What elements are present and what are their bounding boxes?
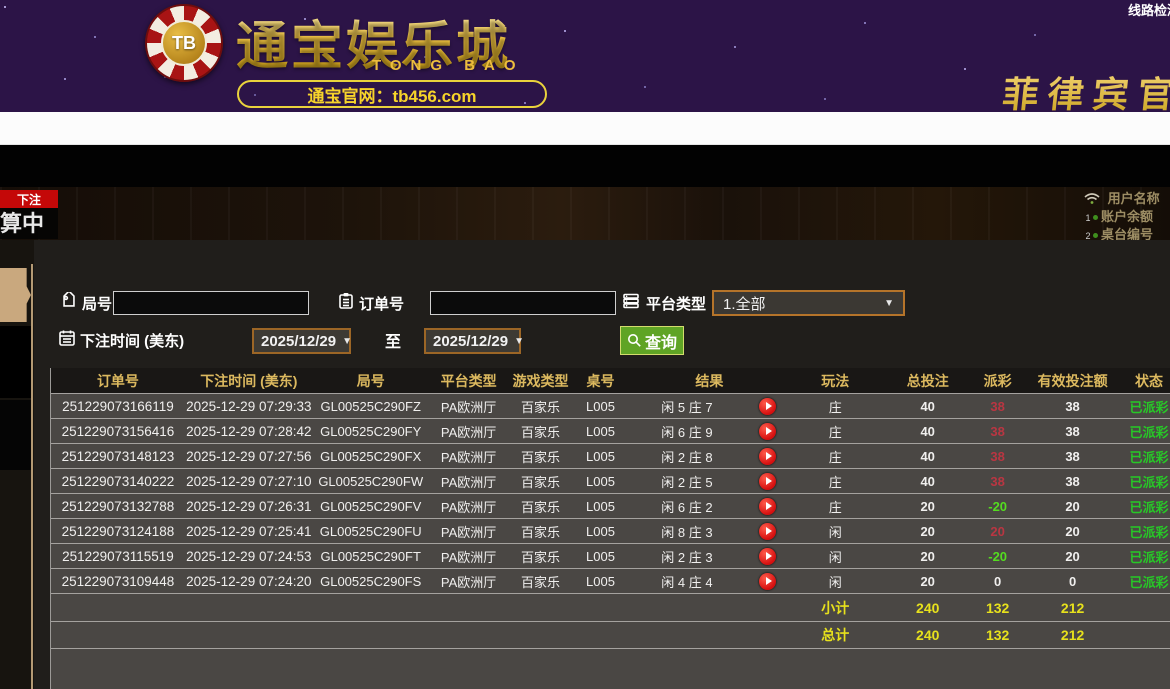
platform-type-select[interactable]: 1.全部 ▼ — [712, 290, 905, 316]
date-from-picker[interactable]: 2025/12/29 ▼ — [252, 328, 351, 354]
table-info-panel: 用户名称 1账户余额 2桌台编号 — [1084, 187, 1170, 240]
table-row: 251229073148123 2025-12-29 07:27:56 GL00… — [51, 443, 1170, 468]
table-row: 251229073166119 2025-12-29 07:29:33 GL00… — [51, 393, 1170, 418]
empty-table-area — [51, 648, 1170, 689]
table-row: 251229073124188 2025-12-29 07:25:41 GL00… — [51, 518, 1170, 543]
play-icon — [766, 552, 772, 560]
table-row: 251229073115519 2025-12-29 07:24:53 GL00… — [51, 543, 1170, 568]
table-body: 251229073166119 2025-12-29 07:29:33 GL00… — [51, 393, 1170, 593]
wood-background — [0, 187, 1170, 240]
table-row: 251229073109448 2025-12-29 07:24:20 GL00… — [51, 568, 1170, 593]
round-number-input[interactable] — [113, 291, 309, 315]
play-video-button[interactable] — [759, 548, 776, 565]
brand-header: 线路检测 TB 通宝娱乐城 TONG BAO 通宝官网：tb456.com 菲律… — [0, 0, 1170, 112]
play-icon — [766, 577, 772, 585]
clipboard-icon — [337, 292, 355, 310]
play-icon — [766, 527, 772, 535]
to-label: 至 — [385, 328, 401, 352]
calendar-icon — [58, 329, 76, 347]
tag-icon — [60, 292, 78, 310]
order-number-label: 订单号 — [359, 293, 404, 314]
chevron-down-icon: ▼ — [342, 336, 352, 347]
search-icon — [627, 333, 642, 348]
play-icon — [766, 502, 772, 510]
calligraphy-text: 菲律宾官方 — [1000, 66, 1170, 112]
search-button[interactable]: 查询 — [620, 326, 684, 355]
table-number-row: 2桌台编号 — [1084, 224, 1153, 240]
play-video-button[interactable] — [759, 423, 776, 440]
logo-badge: TB — [161, 20, 207, 66]
table-row: 251229073132788 2025-12-29 07:26:31 GL00… — [51, 493, 1170, 518]
play-video-button[interactable] — [759, 473, 776, 490]
settling-label: 算中 — [0, 208, 58, 239]
play-video-button[interactable] — [759, 398, 776, 415]
balance-row: 1账户余额 — [1084, 206, 1153, 225]
green-dot-icon — [1093, 215, 1098, 220]
bet-status-tag: 下注 — [0, 190, 58, 208]
sidebar-block[interactable] — [0, 400, 31, 470]
green-dot-icon — [1093, 233, 1098, 238]
play-video-button[interactable] — [759, 573, 776, 590]
play-video-button[interactable] — [759, 448, 776, 465]
live-video-strip: 下注 算中 用户名称 1账户余额 2桌台编号 — [0, 187, 1170, 240]
order-number-input[interactable] — [430, 291, 616, 315]
brand-subtitle: TONG BAO — [372, 57, 525, 74]
wifi-icon — [1084, 192, 1100, 205]
play-icon — [766, 427, 772, 435]
sidebar-divider — [31, 264, 33, 689]
play-video-button[interactable] — [759, 498, 776, 515]
table-row: 251229073156416 2025-12-29 07:28:42 GL00… — [51, 418, 1170, 443]
platform-type-label: 平台类型 — [646, 293, 706, 314]
sidebar-block[interactable] — [0, 326, 31, 398]
play-icon — [766, 477, 772, 485]
round-number-label: 局号 — [82, 293, 112, 314]
date-to-picker[interactable]: 2025/12/29 ▼ — [424, 328, 521, 354]
line-check-link[interactable]: 线路检测 — [1128, 0, 1170, 19]
main-panel: 局号 订单号 平台类型 1.全部 ▼ 下注时间 (美东) 2025/12/29 … — [0, 240, 1170, 689]
chevron-down-icon: ▼ — [884, 298, 894, 309]
black-band — [0, 145, 1170, 187]
server-icon — [622, 292, 640, 310]
table-row: 251229073140222 2025-12-29 07:27:10 GL00… — [51, 468, 1170, 493]
subtotal-row: 小计 240 132 212 — [51, 593, 1170, 621]
official-site-pill: 通宝官网：tb456.com — [237, 80, 547, 108]
bet-history-table: 订单号 下注时间 (美东) 局号 平台类型 游戏类型 桌号 结果 玩法 总投注 … — [50, 368, 1170, 689]
white-band — [0, 112, 1170, 145]
play-icon — [766, 402, 772, 410]
poker-chip-logo: TB — [145, 4, 223, 82]
page: 线路检测 TB 通宝娱乐城 TONG BAO 通宝官网：tb456.com 菲律… — [0, 0, 1170, 689]
sidebar-active-tab[interactable] — [0, 268, 31, 322]
grand-total-row: 总计 240 132 212 — [51, 621, 1170, 648]
user-name-row: 用户名称 — [1084, 188, 1160, 207]
star-decoration — [4, 6, 6, 8]
play-video-button[interactable] — [759, 523, 776, 540]
left-sidebar — [0, 240, 34, 689]
play-icon — [766, 452, 772, 460]
bet-time-label: 下注时间 (美东) — [80, 330, 184, 351]
table-header-row: 订单号 下注时间 (美东) 局号 平台类型 游戏类型 桌号 结果 玩法 总投注 … — [51, 368, 1170, 393]
chevron-down-icon: ▼ — [514, 336, 524, 347]
